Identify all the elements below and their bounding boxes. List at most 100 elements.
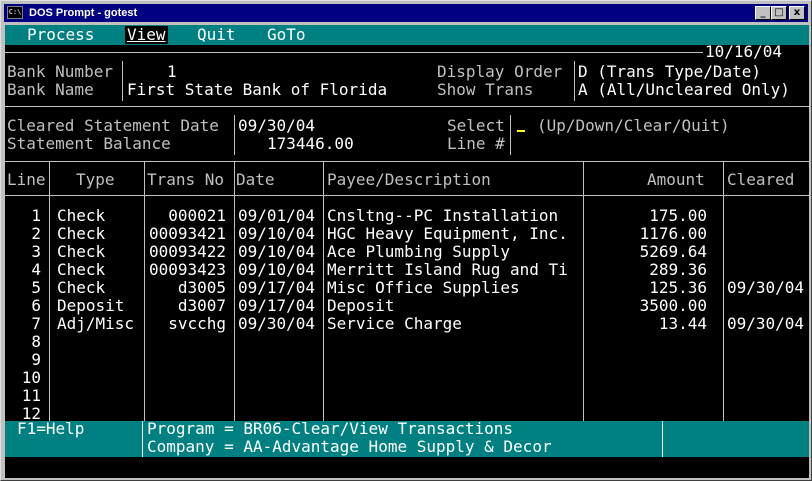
cell-payee: Ace Plumbing Supply — [327, 242, 511, 261]
cell-trans-no: 00093423 — [148, 260, 226, 279]
display-order-value[interactable]: D (Trans Type/Date) — [578, 63, 761, 81]
menu-process[interactable]: Process — [27, 26, 94, 44]
ms-dos-icon[interactable]: C:\ — [7, 6, 23, 19]
divider — [142, 421, 143, 457]
console-screen[interactable]: Process View Quit GoTo 10/16/04 Bank Num… — [5, 25, 809, 478]
close-button[interactable]: x — [789, 6, 805, 20]
bank-name-value: First State Bank of Florida — [127, 80, 388, 99]
statement-balance-label: Statement Balance — [7, 134, 171, 153]
cell-cleared: 09/30/04 — [727, 314, 805, 333]
cell-date: 09/10/04 — [238, 260, 316, 279]
cell-type: Check — [57, 224, 106, 243]
select-options-hint: (Up/Down/Clear/Quit) — [537, 116, 730, 135]
cell-line: 10 — [21, 368, 41, 387]
cell-trans-no: svcchg — [168, 314, 226, 333]
cell-type: Check — [57, 278, 106, 297]
cell-amount: 1176.00 — [639, 224, 707, 243]
section-divider — [5, 161, 809, 162]
current-date: 10/16/04 — [705, 42, 783, 61]
program-info: Program = BR06-Clear/View Transactions — [147, 419, 514, 438]
cell-trans-no: 00093421 — [148, 224, 226, 243]
status-footer: F1=Help Program = BR06-Clear/View Transa… — [5, 419, 809, 457]
cell-payee: Cnsltng--PC Installation — [327, 206, 559, 225]
show-trans-label: Show Trans — [437, 80, 534, 99]
cell-type: Check — [57, 260, 106, 279]
cell-trans-no: d3007 — [177, 296, 226, 315]
cell-line: 7 — [31, 314, 41, 333]
divider — [574, 61, 575, 101]
column-divider — [583, 162, 584, 421]
cell-type: Check — [57, 206, 106, 225]
cell-type: Deposit — [57, 296, 125, 315]
cell-line: 11 — [21, 386, 41, 405]
column-divider — [323, 162, 324, 421]
divider — [122, 61, 123, 101]
cell-line: 6 — [31, 296, 41, 315]
cell-amount: 125.36 — [649, 278, 707, 297]
maximize-button[interactable]: □ — [771, 6, 787, 20]
cell-line: 5 — [31, 278, 41, 297]
divider — [234, 115, 235, 155]
cell-line: 3 — [31, 242, 41, 261]
menu-quit[interactable]: Quit — [197, 26, 236, 44]
cell-type: Adj/Misc — [57, 314, 135, 333]
column-header-type: Type — [76, 170, 115, 189]
section-divider — [5, 106, 809, 107]
cleared-date-value[interactable]: 09/30/04 — [238, 117, 315, 135]
cell-line: 8 — [31, 332, 41, 351]
cell-line: 4 — [31, 260, 41, 279]
dos-window: C:\ DOS Prompt - gotest _ □ x Process Vi… — [0, 0, 812, 481]
display-order-label: Display Order — [437, 62, 563, 81]
column-divider — [234, 162, 235, 421]
cell-trans-no: 000021 — [168, 206, 226, 225]
cell-amount: 175.00 — [649, 206, 707, 225]
company-info: Company = AA-Advantage Home Supply & Dec… — [147, 437, 552, 456]
top-border — [5, 52, 703, 53]
cell-line: 9 — [31, 350, 41, 369]
cleared-date-label: Cleared Statement Date — [7, 116, 219, 135]
select-label: Select — [447, 116, 505, 135]
header-divider — [5, 195, 809, 196]
column-header-amount: Amount — [647, 170, 705, 189]
cell-cleared: 09/30/04 — [727, 278, 805, 297]
help-hint: F1=Help — [17, 419, 85, 438]
cell-date: 09/17/04 — [238, 278, 316, 297]
cell-payee: Service Charge — [327, 314, 462, 333]
cell-date: 09/01/04 — [238, 206, 316, 225]
cell-line: 2 — [31, 224, 41, 243]
cell-date: 09/10/04 — [238, 242, 316, 261]
bank-number-value[interactable]: 1 — [167, 63, 177, 81]
column-header-trans-no: Trans No — [147, 170, 225, 189]
column-header-line: Line — [7, 170, 46, 189]
cell-trans-no: d3005 — [177, 278, 226, 297]
column-divider — [723, 162, 724, 421]
show-trans-value[interactable]: A (All/Uncleared Only) — [578, 81, 790, 99]
minimize-button[interactable]: _ — [755, 6, 771, 20]
cell-amount: 3500.00 — [639, 296, 707, 315]
column-header-cleared: Cleared — [727, 170, 795, 189]
cell-date: 09/30/04 — [238, 314, 316, 333]
menu-goto[interactable]: GoTo — [267, 26, 306, 44]
cell-type: Check — [57, 242, 106, 261]
window-title: DOS Prompt - gotest — [29, 7, 138, 19]
bank-number-label: Bank Number — [7, 62, 113, 81]
cell-date: 09/10/04 — [238, 224, 316, 243]
bank-name-label: Bank Name — [7, 80, 94, 99]
column-divider — [49, 162, 50, 421]
divider — [662, 421, 663, 457]
menu-view[interactable]: View — [125, 26, 168, 44]
cell-trans-no: 00093422 — [148, 242, 226, 261]
line-number-label: Line # — [447, 134, 505, 153]
cell-amount: 5269.64 — [639, 242, 707, 261]
cell-payee: Deposit — [327, 296, 395, 315]
cell-payee: HGC Heavy Equipment, Inc. — [327, 224, 568, 243]
cell-line: 1 — [31, 206, 41, 225]
statement-balance-value[interactable]: 173446.00 — [267, 135, 354, 153]
cell-payee: Merritt Island Rug and Ti — [327, 260, 568, 279]
menu-bar: Process View Quit GoTo — [5, 25, 809, 45]
select-input-cursor[interactable] — [517, 130, 525, 132]
divider — [510, 115, 511, 155]
column-header-payee: Payee/Description — [327, 170, 491, 189]
title-bar[interactable]: C:\ DOS Prompt - gotest _ □ x — [4, 4, 808, 22]
column-header-date: Date — [236, 170, 275, 189]
